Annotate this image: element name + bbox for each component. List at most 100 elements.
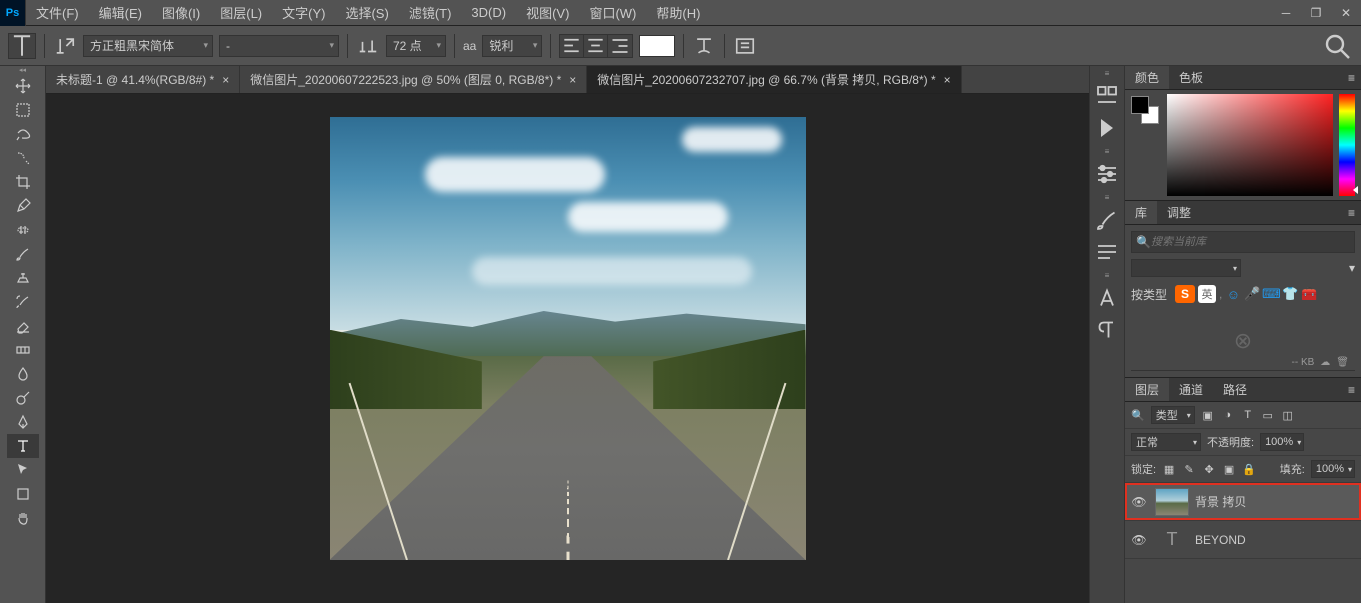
- menu-window[interactable]: 窗口(W): [579, 0, 646, 26]
- tab-libraries[interactable]: 库: [1125, 201, 1157, 224]
- eyedropper-tool[interactable]: [7, 194, 39, 218]
- panel-menu-icon[interactable]: ≡: [1342, 378, 1361, 401]
- filter-type-icon[interactable]: T: [1241, 408, 1255, 422]
- blend-mode-dropdown[interactable]: 正常: [1131, 433, 1201, 451]
- dock-handle[interactable]: [1090, 272, 1124, 278]
- document-tab-2[interactable]: 微信图片_20200607232707.jpg @ 66.7% (背景 拷贝, …: [587, 66, 961, 93]
- tab-swatches[interactable]: 色板: [1169, 66, 1213, 89]
- document-tab-0[interactable]: 未标题-1 @ 41.4%(RGB/8#) *×: [46, 66, 240, 93]
- history-brush-tool[interactable]: [7, 290, 39, 314]
- opacity-value[interactable]: 100%: [1260, 433, 1304, 451]
- menu-select[interactable]: 选择(S): [335, 0, 398, 26]
- path-select-tool[interactable]: [7, 458, 39, 482]
- tab-channels[interactable]: 通道: [1169, 378, 1213, 401]
- actions-panel-icon[interactable]: [1095, 116, 1119, 140]
- blur-tool[interactable]: [7, 362, 39, 386]
- brush-settings-panel-icon[interactable]: [1095, 240, 1119, 264]
- menu-filter[interactable]: 滤镜(T): [399, 0, 462, 26]
- menu-help[interactable]: 帮助(H): [646, 0, 710, 26]
- dock-handle[interactable]: [1090, 70, 1124, 76]
- filter-search-icon[interactable]: 🔍: [1131, 409, 1145, 422]
- clone-stamp-tool[interactable]: [7, 266, 39, 290]
- filter-pixel-icon[interactable]: ▣: [1201, 408, 1215, 422]
- toolbox-collapse-handle[interactable]: [0, 66, 45, 74]
- dock-handle[interactable]: [1090, 148, 1124, 154]
- lock-artboard-icon[interactable]: ▣: [1222, 462, 1236, 476]
- menu-3d[interactable]: 3D(D): [461, 0, 516, 26]
- move-tool[interactable]: [7, 74, 39, 98]
- layer-name[interactable]: BEYOND: [1195, 533, 1246, 547]
- dodge-tool[interactable]: [7, 386, 39, 410]
- font-style-dropdown[interactable]: -: [219, 35, 339, 57]
- lock-all-icon[interactable]: 🔒: [1242, 462, 1256, 476]
- dock-handle[interactable]: [1090, 194, 1124, 200]
- window-close[interactable]: ✕: [1331, 0, 1361, 26]
- lock-position-icon[interactable]: ✥: [1202, 462, 1216, 476]
- library-dropdown[interactable]: [1131, 259, 1241, 277]
- text-color-swatch[interactable]: [639, 35, 675, 57]
- ime-toolbox-icon[interactable]: 🧰: [1301, 286, 1317, 302]
- trash-icon[interactable]: 🗑: [1336, 357, 1349, 368]
- pen-tool[interactable]: [7, 410, 39, 434]
- document-tab-1[interactable]: 微信图片_20200607222523.jpg @ 50% (图层 0, RGB…: [240, 66, 587, 93]
- ime-mic-icon[interactable]: 🎤: [1244, 286, 1260, 302]
- ime-emoji-icon[interactable]: ☺: [1225, 286, 1241, 302]
- window-minimize[interactable]: ─: [1271, 0, 1301, 26]
- ime-lang-button[interactable]: 英: [1198, 285, 1216, 303]
- menu-image[interactable]: 图像(I): [152, 0, 210, 26]
- gradient-tool[interactable]: [7, 338, 39, 362]
- eraser-tool[interactable]: [7, 314, 39, 338]
- menu-file[interactable]: 文件(F): [26, 0, 89, 26]
- ime-keyboard-icon[interactable]: ⌨: [1263, 286, 1279, 302]
- lock-brush-icon[interactable]: ✎: [1182, 462, 1196, 476]
- brush-tool[interactable]: [7, 242, 39, 266]
- window-restore[interactable]: ❐: [1301, 0, 1331, 26]
- fg-bg-swatch[interactable]: [1131, 96, 1159, 124]
- search-icon[interactable]: [1321, 30, 1353, 62]
- filter-kind-dropdown[interactable]: 类型: [1151, 406, 1195, 424]
- align-right-button[interactable]: [608, 35, 632, 57]
- marquee-tool[interactable]: [7, 98, 39, 122]
- library-search-input[interactable]: [1151, 236, 1350, 248]
- layer-thumbnail[interactable]: [1155, 488, 1189, 516]
- lock-pixels-icon[interactable]: ▦: [1162, 462, 1176, 476]
- anti-alias-dropdown[interactable]: 锐利: [482, 35, 542, 57]
- tab-paths[interactable]: 路径: [1213, 378, 1257, 401]
- close-icon[interactable]: ×: [569, 73, 576, 87]
- visibility-toggle[interactable]: 👁: [1129, 533, 1149, 547]
- tab-color[interactable]: 颜色: [1125, 66, 1169, 89]
- quick-select-tool[interactable]: [7, 146, 39, 170]
- cloud-sync-icon[interactable]: ☁: [1320, 357, 1330, 368]
- align-left-button[interactable]: [560, 35, 584, 57]
- menu-view[interactable]: 视图(V): [516, 0, 579, 26]
- healing-tool[interactable]: [7, 218, 39, 242]
- layer-name[interactable]: 背景 拷贝: [1195, 493, 1246, 510]
- character-panel-icon[interactable]: [733, 34, 757, 58]
- canvas[interactable]: [46, 94, 1089, 603]
- tab-adjustments[interactable]: 调整: [1157, 201, 1201, 224]
- panel-menu-icon[interactable]: ≡: [1342, 66, 1361, 89]
- crop-tool[interactable]: [7, 170, 39, 194]
- menu-edit[interactable]: 编辑(E): [89, 0, 152, 26]
- chevron-down-icon[interactable]: ▾: [1349, 261, 1355, 275]
- color-field[interactable]: [1167, 94, 1333, 196]
- font-family-dropdown[interactable]: 方正粗黑宋简体: [83, 35, 213, 57]
- orientation-toggle-icon[interactable]: [53, 34, 77, 58]
- layer-row[interactable]: 👁 背景 拷贝: [1125, 483, 1361, 521]
- warp-text-icon[interactable]: [692, 34, 716, 58]
- properties-panel-icon[interactable]: [1095, 162, 1119, 186]
- character-panel-icon[interactable]: [1095, 286, 1119, 310]
- align-center-button[interactable]: [584, 35, 608, 57]
- font-size-dropdown[interactable]: 72 点: [386, 35, 446, 57]
- library-search[interactable]: 🔍: [1131, 231, 1355, 253]
- panel-menu-icon[interactable]: ≡: [1342, 201, 1361, 224]
- visibility-toggle[interactable]: 👁: [1129, 495, 1149, 509]
- paragraph-panel-icon[interactable]: [1095, 318, 1119, 342]
- filter-smart-icon[interactable]: ◫: [1281, 408, 1295, 422]
- close-icon[interactable]: ×: [944, 73, 951, 87]
- filter-adjust-icon[interactable]: ◑: [1221, 408, 1235, 422]
- ime-sogou-icon[interactable]: S: [1175, 285, 1195, 303]
- type-tool[interactable]: [7, 434, 39, 458]
- ime-skin-icon[interactable]: 👕: [1282, 286, 1298, 302]
- filter-shape-icon[interactable]: ▭: [1261, 408, 1275, 422]
